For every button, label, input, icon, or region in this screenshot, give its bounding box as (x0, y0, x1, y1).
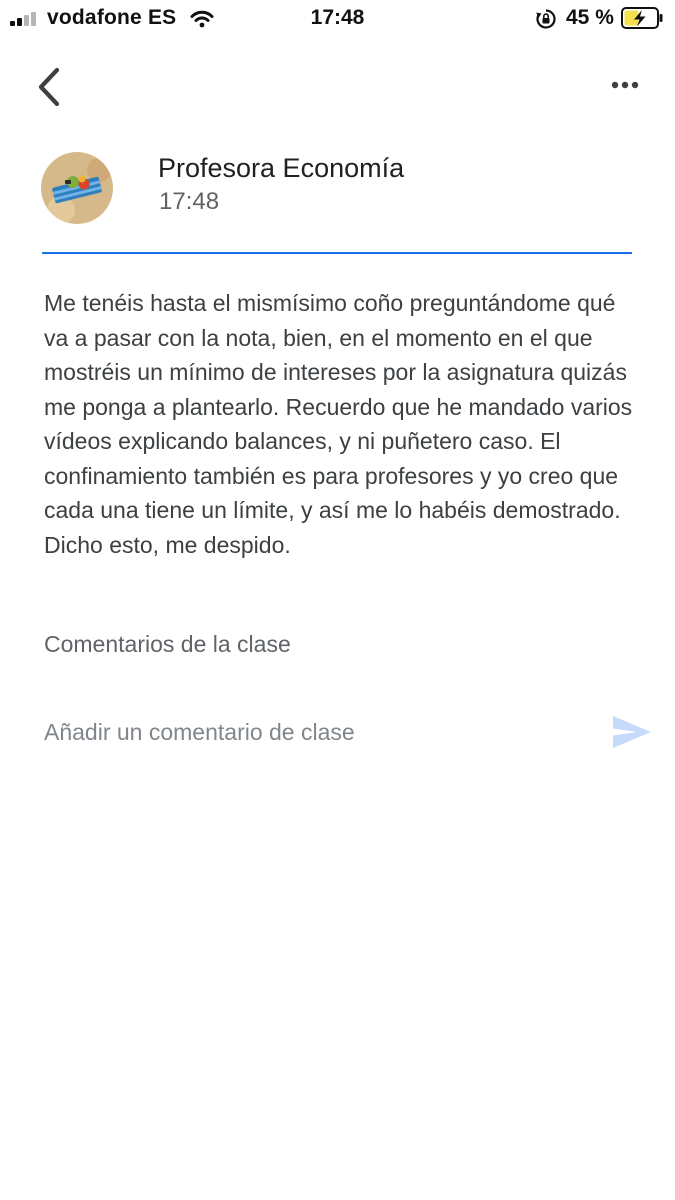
more-options-button[interactable] (600, 70, 650, 100)
class-comments-heading[interactable]: Comentarios de la clase (44, 631, 291, 658)
post-time: 17:48 (159, 188, 220, 215)
more-options-icon (611, 81, 639, 89)
author-name: Profesora Economía (158, 153, 405, 183)
back-arrow-icon (38, 67, 60, 107)
back-button[interactable] (30, 62, 74, 112)
send-icon (613, 716, 651, 748)
rotation-lock-icon (536, 9, 556, 29)
class-comment-input[interactable] (40, 712, 588, 752)
status-bar: vodafone ES 17:48 45 % (0, 0, 675, 38)
post-body: Me tenéis hasta el mismísimo coño pregun… (44, 290, 633, 558)
avatar-image (41, 152, 113, 224)
battery-percent: 45 % (566, 6, 614, 29)
avatar (41, 152, 113, 224)
battery-charging-icon (621, 7, 663, 29)
send-comment-button[interactable] (610, 713, 654, 751)
header-divider (42, 252, 632, 254)
